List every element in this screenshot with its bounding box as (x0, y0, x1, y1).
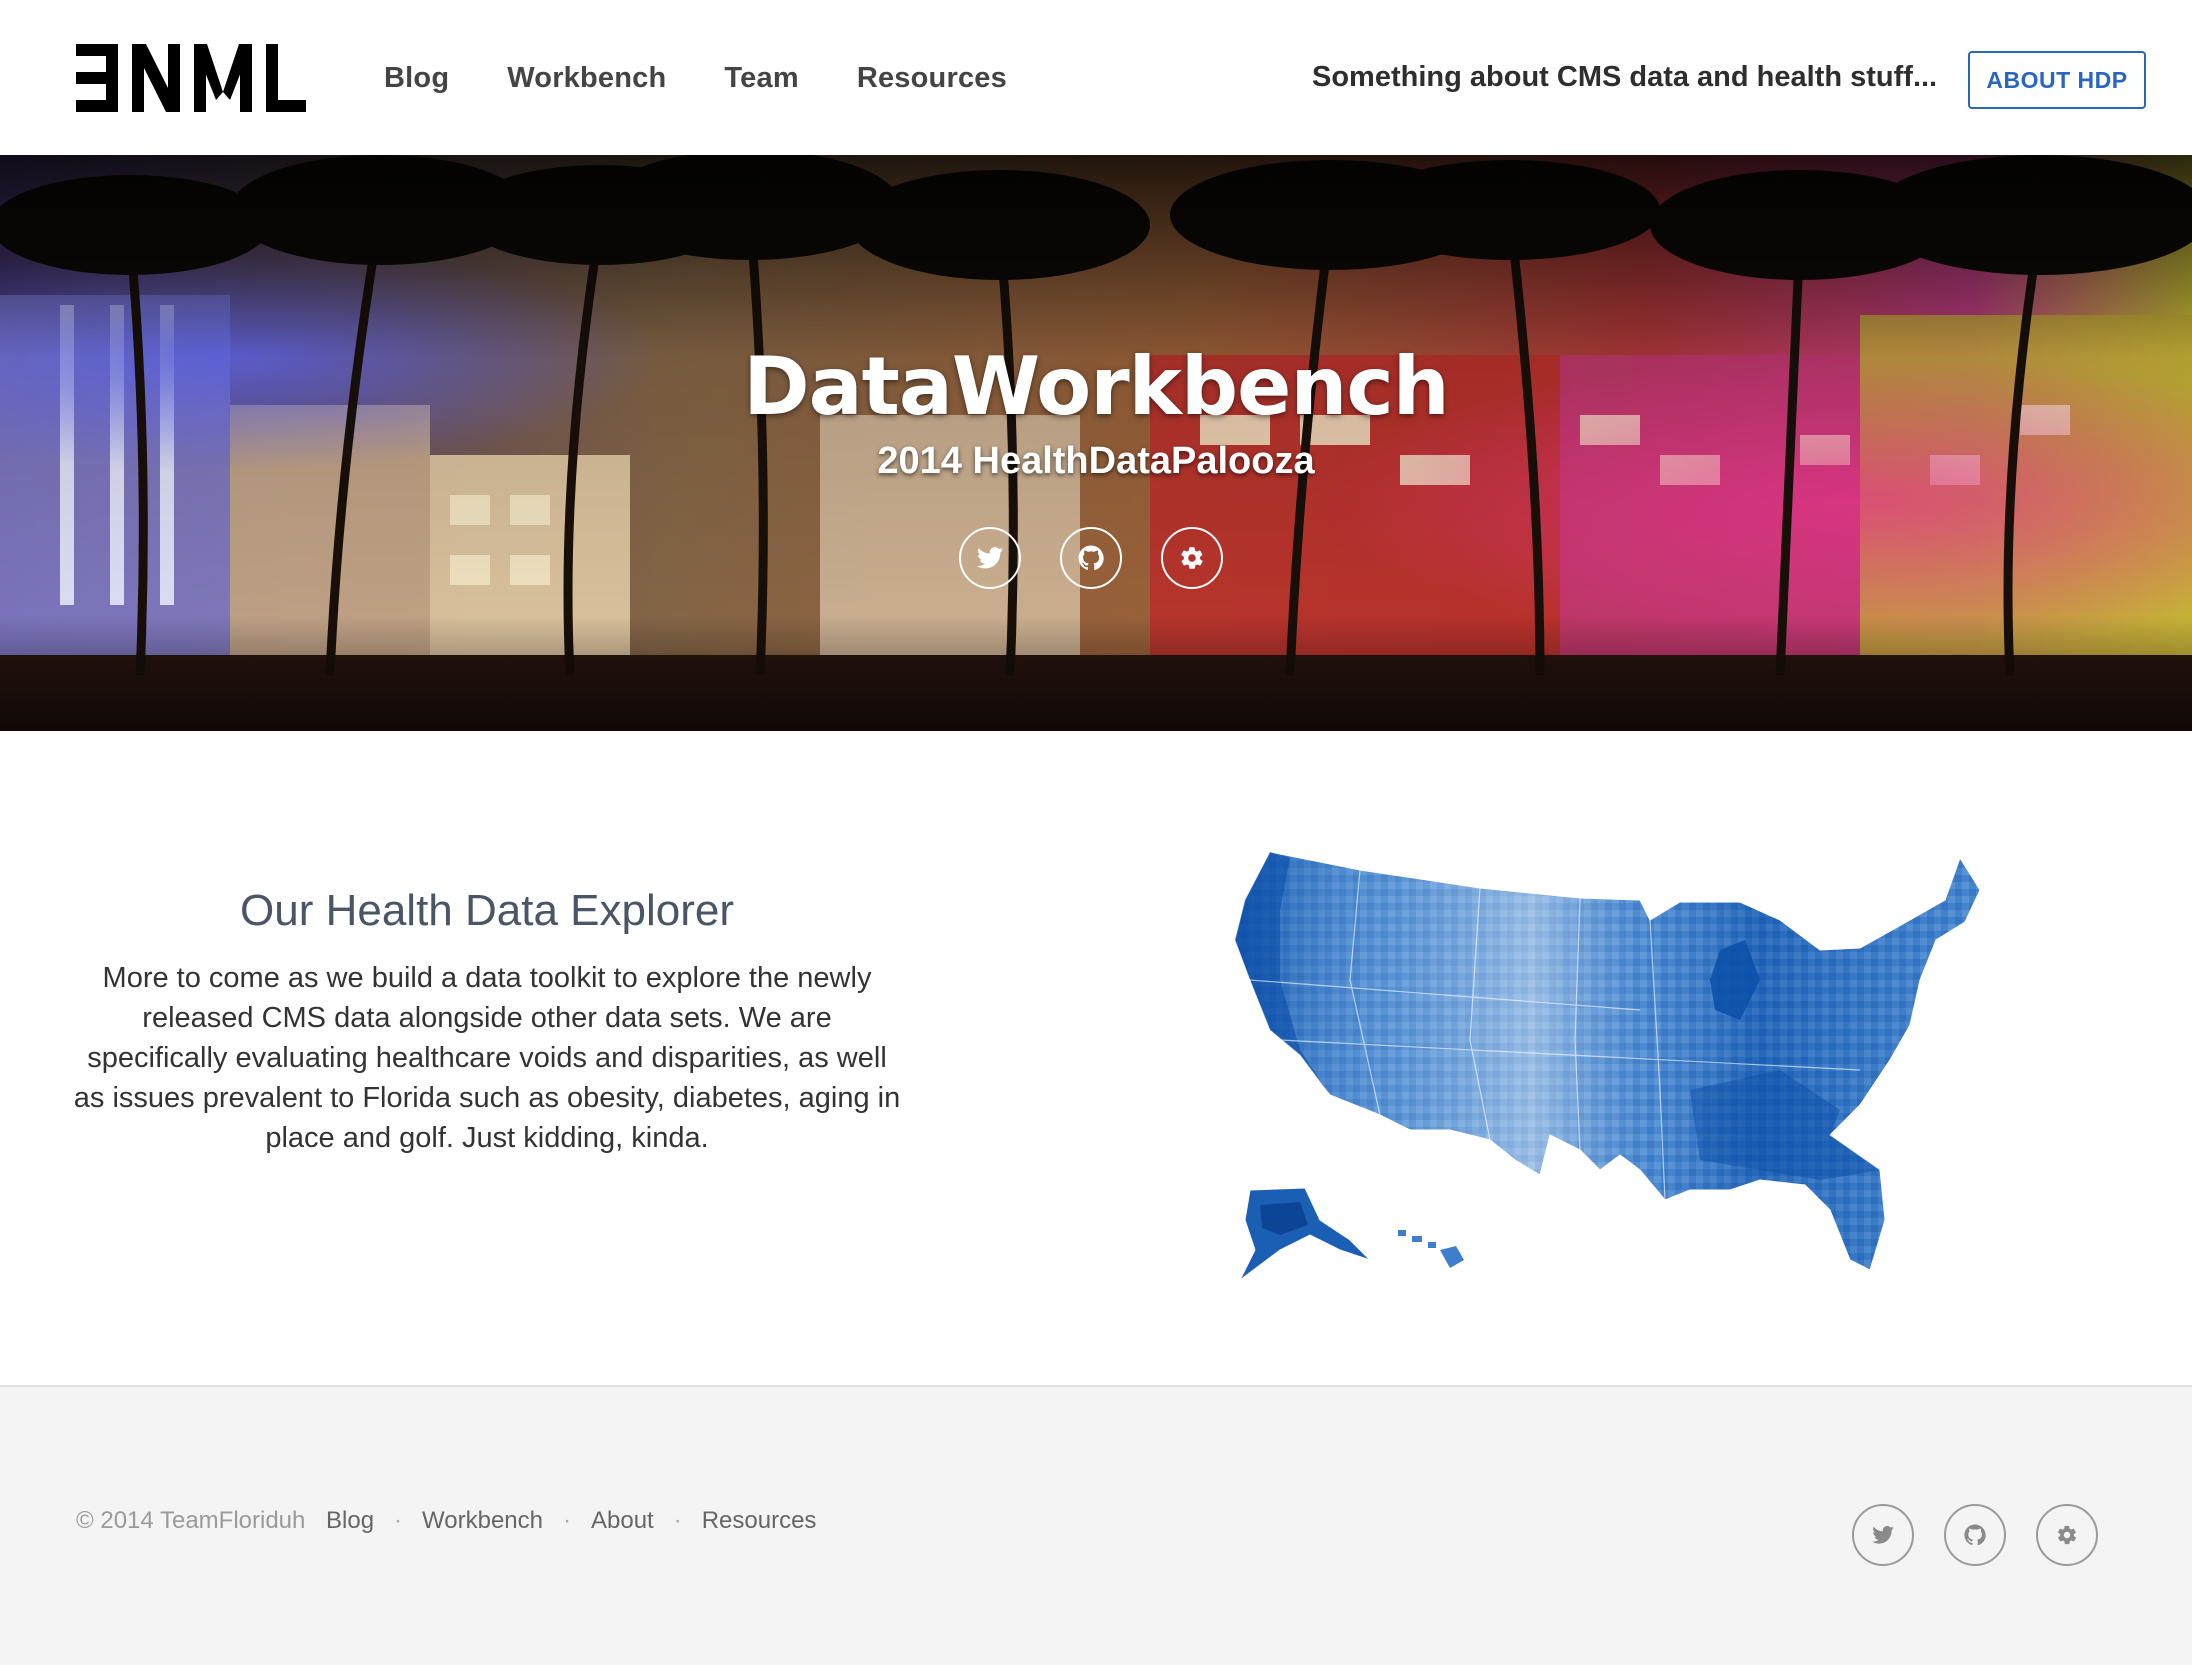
nav-resources[interactable]: Resources (857, 62, 1007, 95)
footer-link-about[interactable]: About (591, 1507, 654, 1535)
footer-twitter-button[interactable] (1852, 1504, 1914, 1566)
section-description: More to come as we build a data toolkit … (73, 962, 901, 1154)
nav-team[interactable]: Team (724, 62, 798, 95)
hero-social-links (959, 527, 1262, 589)
footer-social-links (1852, 1504, 2128, 1566)
twitter-icon (1872, 1526, 1894, 1544)
github-icon (1078, 545, 1104, 571)
footer-link-resources[interactable]: Resources (702, 1507, 817, 1535)
footer-settings-button[interactable] (2036, 1504, 2098, 1566)
footer-nav: Blog · Workbench · About · Resources (326, 1507, 816, 1535)
us-county-choropleth-map[interactable] (1220, 840, 2000, 1300)
footer-link-workbench[interactable]: Workbench (422, 1507, 543, 1535)
nav-blog[interactable]: Blog (384, 62, 449, 95)
gear-icon (2057, 1525, 2077, 1545)
hero-github-button[interactable] (1060, 527, 1122, 589)
hero-settings-button[interactable] (1161, 527, 1223, 589)
github-icon (1964, 1524, 1986, 1546)
footer-separator: · (394, 1507, 403, 1534)
main-nav: Blog Workbench Team Resources (384, 62, 1065, 95)
header-tagline: Something about CMS data and health stuf… (1312, 61, 1938, 93)
site-header: Blog Workbench Team Resources Something … (0, 0, 2192, 156)
gear-icon (1181, 547, 1203, 569)
hero-twitter-button[interactable] (959, 527, 1021, 589)
hero-banner: DataWorkbench 2014 HealthDataPalooza (0, 155, 2192, 731)
footer-link-blog[interactable]: Blog (326, 1507, 374, 1535)
about-hdp-button[interactable]: ABOUT HDP (1968, 51, 2146, 109)
footer-github-button[interactable] (1944, 1504, 2006, 1566)
hero-title: DataWorkbench (743, 340, 1449, 433)
section-title: Our Health Data Explorer (240, 886, 734, 935)
copyright-text: © 2014 TeamFloriduh (76, 1507, 306, 1534)
hero-subtitle: 2014 HealthDataPalooza (877, 440, 1315, 482)
site-footer: © 2014 TeamFloriduh Blog · Workbench · A… (0, 1385, 2192, 1665)
footer-separator: · (673, 1507, 682, 1534)
footer-separator: · (563, 1507, 571, 1534)
nav-workbench[interactable]: Workbench (507, 62, 666, 95)
site-logo[interactable] (76, 44, 306, 116)
twitter-icon (977, 547, 1003, 569)
